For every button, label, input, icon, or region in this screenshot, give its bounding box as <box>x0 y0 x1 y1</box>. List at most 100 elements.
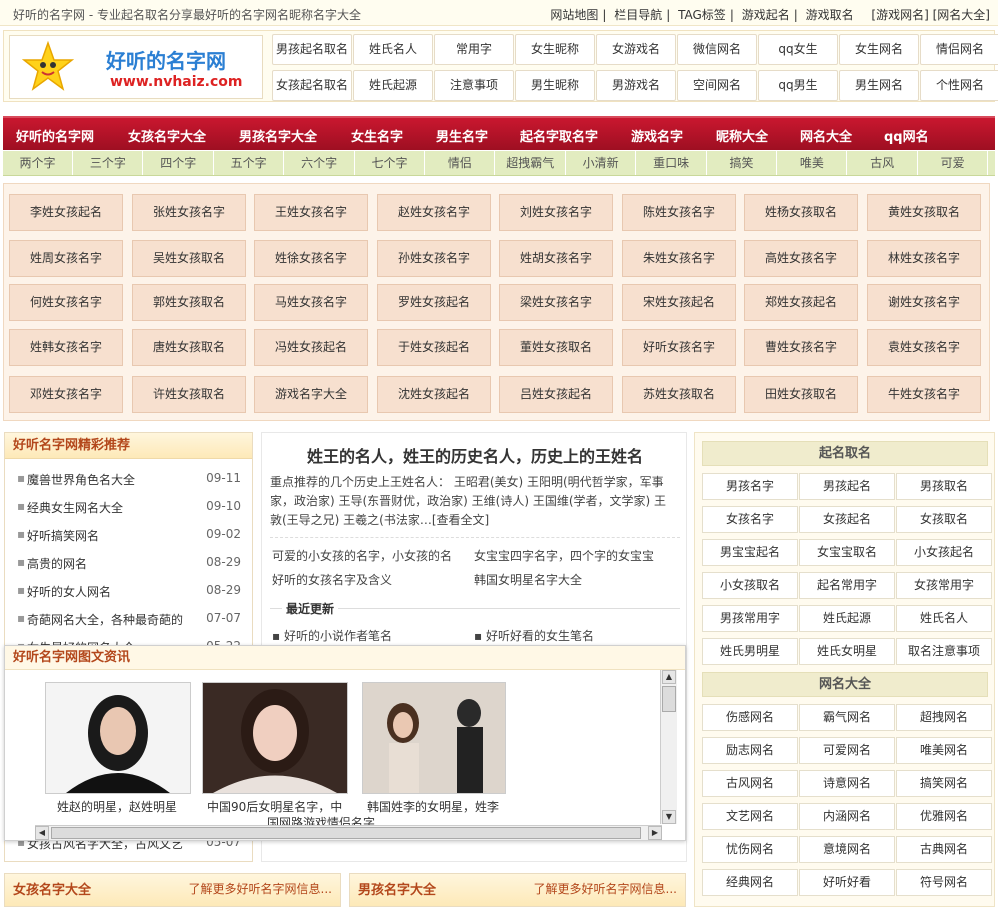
surname-name-link[interactable]: 苏姓女孩取名 <box>622 376 736 413</box>
header-link[interactable]: 男生昵称 <box>515 70 595 101</box>
nav-item[interactable]: 男生名字 <box>436 126 488 145</box>
right-link[interactable]: 男孩取名 <box>896 473 992 500</box>
subnav-item[interactable]: 古风 <box>848 151 918 175</box>
bottom-left-more[interactable]: 了解更多好听名字网信息... <box>189 880 332 897</box>
scroll-left-icon[interactable]: ◀ <box>35 826 49 840</box>
surname-name-link[interactable]: 冯姓女孩起名 <box>254 329 368 366</box>
list-item-title[interactable]: 高贵的网名 <box>27 555 87 572</box>
list-item[interactable]: ▪ 经典女生网名大全 09-10 <box>15 495 245 517</box>
article-link[interactable]: 可爱的小女孩的名字，小女孩的名 <box>272 547 452 564</box>
header-link[interactable]: qq女生 <box>758 34 838 65</box>
list-item[interactable]: ▪ 魔兽世界角色名大全 09-11 <box>15 467 245 489</box>
thumb-caption[interactable]: 中国90后女明星名字，中 <box>207 798 342 815</box>
header-link[interactable]: 男游戏名 <box>596 70 676 101</box>
site-logo[interactable]: 好听的名字网 www.nvhaiz.com <box>9 35 263 99</box>
right-link[interactable]: 男孩常用字 <box>702 605 798 632</box>
header-link[interactable]: 女生网名 <box>839 34 919 65</box>
list-item[interactable]: ▪ 好听的女人网名 08-29 <box>15 579 245 601</box>
right-link[interactable]: 励志网名 <box>702 737 798 764</box>
subnav-item[interactable]: 七个字 <box>355 151 425 175</box>
article-link[interactable]: 韩国女明星名字大全 <box>474 571 582 588</box>
subnav-item[interactable]: 三个字 <box>73 151 144 175</box>
header-link[interactable]: 姓氏起源 <box>353 70 433 101</box>
right-link[interactable]: 忧伤网名 <box>702 836 798 863</box>
subnav-item[interactable]: 五个字 <box>214 151 285 175</box>
popup-horizontal-scrollbar[interactable]: ◀ ▶ <box>35 825 662 840</box>
list-item[interactable]: ▪ 好听搞笑网名 09-02 <box>15 523 245 545</box>
thumb-photo-1[interactable] <box>45 682 191 794</box>
list-item-title[interactable]: 好听搞笑网名 <box>27 527 99 544</box>
subnav-item[interactable]: 重口味 <box>637 151 707 175</box>
surname-name-link[interactable]: 袁姓女孩名字 <box>867 329 981 366</box>
surname-name-link[interactable]: 何姓女孩名字 <box>9 284 123 321</box>
top-link-game-nick[interactable]: [游戏网名] <box>871 8 928 22</box>
right-link[interactable]: 女孩名字 <box>702 506 798 533</box>
nav-item[interactable]: 游戏名字 <box>631 126 683 145</box>
surname-name-link[interactable]: 牛姓女孩名字 <box>867 376 981 413</box>
right-link[interactable]: 古典网名 <box>896 836 992 863</box>
header-link[interactable]: 空间网名 <box>677 70 757 101</box>
subnav-item[interactable]: 六个字 <box>285 151 355 175</box>
top-link-tag[interactable]: TAG标签 <box>678 8 726 22</box>
subnav-item[interactable]: 可爱 <box>918 151 989 175</box>
surname-name-link[interactable]: 姓周女孩名字 <box>9 240 123 277</box>
right-link[interactable]: 男孩名字 <box>702 473 798 500</box>
header-link[interactable]: 情侣网名 <box>920 34 998 65</box>
subnav-item[interactable]: 情侣 <box>425 151 496 175</box>
header-link[interactable]: 女生昵称 <box>515 34 595 65</box>
header-link[interactable]: qq男生 <box>758 70 838 101</box>
right-link[interactable]: 男宝宝起名 <box>702 539 798 566</box>
header-link[interactable]: 个性网名 <box>920 70 998 101</box>
subnav-item[interactable]: 唯美 <box>777 151 848 175</box>
header-link[interactable]: 男生网名 <box>839 70 919 101</box>
surname-name-link[interactable]: 于姓女孩起名 <box>377 329 491 366</box>
right-link[interactable]: 经典网名 <box>702 869 798 896</box>
top-link-game-taking[interactable]: 游戏取名 <box>806 8 854 22</box>
surname-name-link[interactable]: 吕姓女孩起名 <box>499 376 613 413</box>
surname-name-link[interactable]: 张姓女孩名字 <box>132 194 246 231</box>
surname-name-link[interactable]: 董姓女孩取名 <box>499 329 613 366</box>
right-link[interactable]: 小女孩取名 <box>702 572 798 599</box>
list-item-title[interactable]: 魔兽世界角色名大全 <box>27 471 135 488</box>
surname-name-link[interactable]: 姓韩女孩名字 <box>9 329 123 366</box>
nav-item[interactable]: 男孩名字大全 <box>239 126 317 145</box>
nav-item[interactable]: qq网名 <box>884 126 929 145</box>
surname-name-link[interactable]: 高姓女孩名字 <box>744 240 858 277</box>
surname-name-link[interactable]: 游戏名字大全 <box>254 376 368 413</box>
right-link[interactable]: 起名常用字 <box>799 572 895 599</box>
bottom-right-more[interactable]: 了解更多好听名字网信息... <box>534 880 677 897</box>
header-link[interactable]: 注意事项 <box>434 70 514 101</box>
thumb-caption[interactable]: 姓赵的明星，赵姓明星 <box>57 798 177 815</box>
top-link-sitemap[interactable]: 网站地图 <box>550 8 598 22</box>
latest-link[interactable]: ▪ 好听的小说作者笔名 <box>272 627 392 644</box>
list-item-title[interactable]: 好听的女人网名 <box>27 583 111 600</box>
surname-name-link[interactable]: 曹姓女孩名字 <box>744 329 858 366</box>
right-link[interactable]: 伤感网名 <box>702 704 798 731</box>
surname-name-link[interactable]: 郭姓女孩取名 <box>132 284 246 321</box>
right-link[interactable]: 取名注意事项 <box>896 638 992 665</box>
right-link[interactable]: 搞笑网名 <box>896 770 992 797</box>
right-link[interactable]: 姓氏男明星 <box>702 638 798 665</box>
list-item[interactable]: ▪ 奇葩网名大全，各种最奇葩的 07-07 <box>15 607 245 629</box>
nav-item[interactable]: 网名大全 <box>800 126 852 145</box>
surname-name-link[interactable]: 刘姓女孩名字 <box>499 194 613 231</box>
header-link[interactable]: 微信网名 <box>677 34 757 65</box>
right-link[interactable]: 小女孩起名 <box>896 539 992 566</box>
header-link[interactable]: 男孩起名取名 <box>272 34 352 65</box>
right-link[interactable]: 姓氏女明星 <box>799 638 895 665</box>
surname-name-link[interactable]: 朱姓女孩名字 <box>622 240 736 277</box>
list-item-title[interactable]: 经典女生网名大全 <box>27 499 123 516</box>
nav-item[interactable]: 女孩名字大全 <box>128 126 206 145</box>
surname-name-link[interactable]: 吴姓女孩取名 <box>132 240 246 277</box>
scroll-down-icon[interactable]: ▼ <box>662 810 676 824</box>
subnav-item[interactable]: 搞笑 <box>707 151 777 175</box>
right-link[interactable]: 文艺网名 <box>702 803 798 830</box>
nav-item[interactable]: 昵称大全 <box>716 126 768 145</box>
right-link[interactable]: 古风网名 <box>702 770 798 797</box>
surname-name-link[interactable]: 邓姓女孩名字 <box>9 376 123 413</box>
article-title[interactable]: 姓王的名人，姓王的历史名人，历史上的王姓名 <box>262 443 688 467</box>
right-link[interactable]: 姓氏起源 <box>799 605 895 632</box>
subnav-item[interactable]: 小清新 <box>566 151 637 175</box>
thumb-photo-3[interactable] <box>362 682 506 794</box>
article-link[interactable]: 好听的女孩名字及含义 <box>272 571 392 588</box>
